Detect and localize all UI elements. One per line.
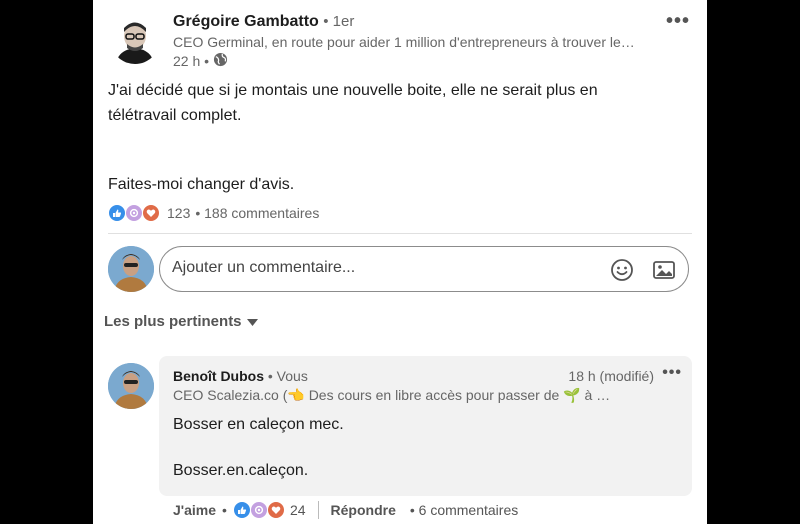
comment-actions: J'aime • 24 Répondre • 6 commentaires [173,501,518,519]
post-text-line: J'ai décidé que si je montais une nouvel… [108,82,598,99]
author-name-text[interactable]: Grégoire Gambatto [173,13,319,30]
post-text-line: Faites-moi changer d'avis. [108,176,295,193]
author-avatar[interactable] [110,14,160,64]
commenter-avatar[interactable] [108,363,154,409]
divider [108,233,692,234]
separator-dot: • [222,502,227,518]
comment-time: 18 h (modifié) [568,368,654,384]
post-time: 22 h • [173,53,210,69]
author-headline: CEO Germinal, en route pour aider 1 mill… [173,34,635,50]
comment-text: Bosser.en.caleçon. [173,462,309,479]
post-meta: 22 h • [173,52,228,70]
globe-icon [213,52,228,70]
comment-count[interactable]: • 188 commentaires [195,205,319,221]
post-text: J'ai décidé que si je montais une nouvel… [108,78,668,197]
author-name[interactable]: Grégoire Gambatto • 1er [173,13,354,31]
emoji-icon[interactable] [610,258,634,282]
commenter-headline: CEO Scalezia.co (👈 Des cours en libre ac… [173,387,611,403]
you-badge: • Vous [264,368,308,384]
like-reaction-icon[interactable] [232,501,251,519]
support-reaction-icon[interactable] [249,501,268,519]
comment-input[interactable] [172,259,592,277]
reaction-count[interactable]: 123 [167,205,190,221]
connection-degree: • 1er [323,13,355,30]
reactions-bar: 123 • 188 commentaires [108,204,319,222]
love-reaction-icon[interactable] [266,501,285,519]
sort-dropdown[interactable]: Les plus pertinents [104,313,258,330]
comment-reaction-count[interactable]: 24 [290,502,306,518]
replies-link[interactable]: • 6 commentaires [410,502,518,518]
post-more-icon[interactable]: ••• [666,10,690,33]
comment-bubble: Benoît Dubos • Vous 18 h (modifié) ••• C… [159,356,692,496]
comment-text: Bosser en caleçon mec. [173,416,344,433]
post-text-line: télétravail complet. [108,107,242,124]
reply-button[interactable]: Répondre [331,502,396,518]
comment-more-icon[interactable]: ••• [662,364,682,382]
divider [317,501,319,519]
post-card: Grégoire Gambatto • 1er CEO Germinal, en… [93,0,707,524]
like-reaction-icon[interactable] [108,204,126,222]
caret-down-icon[interactable] [246,313,258,330]
comment-composer[interactable] [159,246,689,292]
sort-label[interactable]: Les plus pertinents [104,313,242,330]
commenter-name[interactable]: Benoît Dubos • Vous [173,368,308,384]
commenter-name-text[interactable]: Benoît Dubos [173,368,264,384]
love-reaction-icon[interactable] [142,204,160,222]
support-reaction-icon[interactable] [125,204,143,222]
current-user-avatar[interactable] [108,246,154,292]
like-button[interactable]: J'aime [173,502,216,518]
image-icon[interactable] [652,258,676,282]
